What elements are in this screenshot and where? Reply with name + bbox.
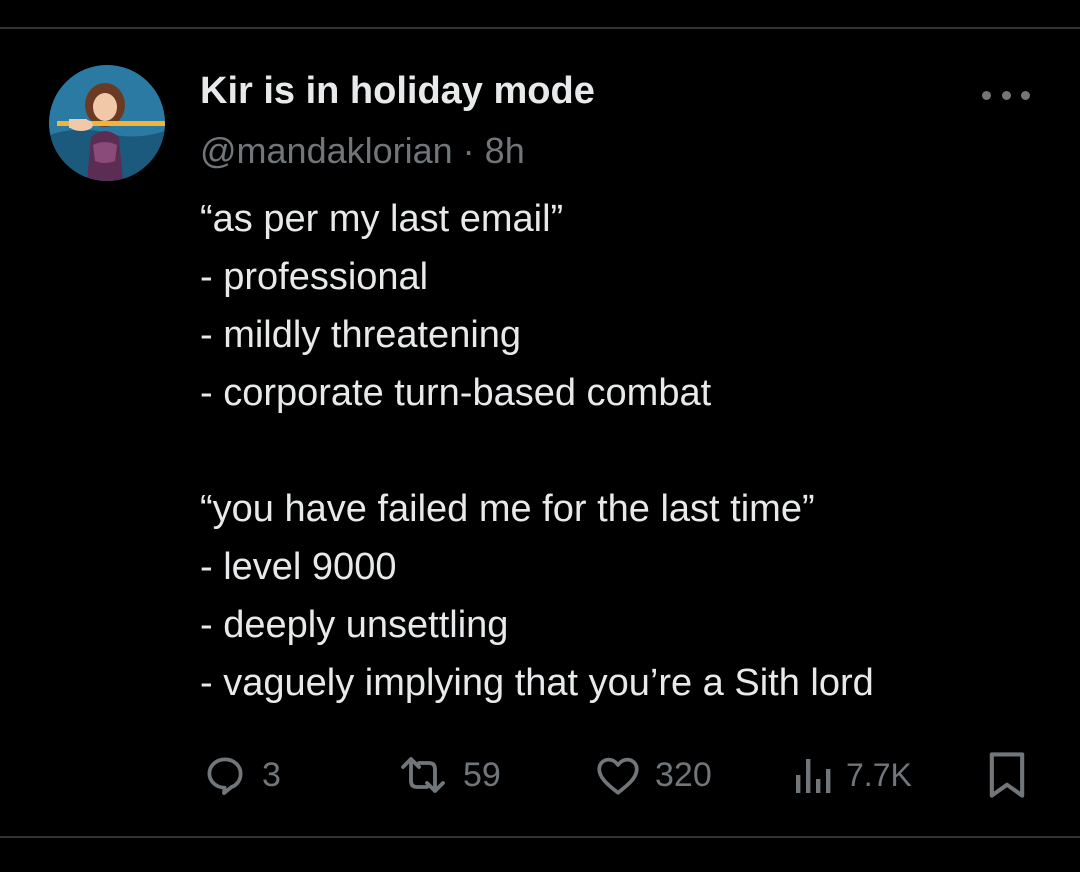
more-dot <box>1021 90 1030 100</box>
view-count: 7.7K <box>846 756 912 793</box>
post-time[interactable]: 8h <box>485 130 525 171</box>
tweet-line: - professional <box>200 256 429 298</box>
bottom-divider <box>0 836 1080 838</box>
views-button[interactable]: 7.7K <box>790 745 912 805</box>
retweet-icon <box>401 757 445 793</box>
tweet-line: “you have failed me for the last time” <box>200 488 815 530</box>
tweet-page: Kir is in holiday mode @mandaklorian · 8… <box>0 0 1080 872</box>
tweet-actions: 3 59 320 7.7K <box>200 745 1040 805</box>
reply-count: 3 <box>262 755 281 794</box>
reply-icon <box>207 757 243 795</box>
retweet-button[interactable]: 59 <box>395 745 501 805</box>
top-divider <box>0 27 1080 29</box>
views-icon <box>796 759 831 793</box>
heart-icon <box>597 757 639 795</box>
like-button[interactable]: 320 <box>593 745 712 805</box>
tweet-line: - deeply unsettling <box>200 604 509 646</box>
bookmark-icon <box>989 752 1025 798</box>
more-dot <box>982 90 991 100</box>
author-name[interactable]: Kir is in holiday mode <box>200 70 595 113</box>
more-icon[interactable] <box>982 80 1030 110</box>
tweet-line: “as per my last email” <box>200 198 564 240</box>
tweet-line: - corporate turn-based combat <box>200 372 712 414</box>
avatar-illustration <box>49 65 165 181</box>
tweet-line: - vaguely implying that you’re a Sith lo… <box>200 662 874 704</box>
avatar[interactable] <box>49 65 165 181</box>
tweet-line: - mildly threatening <box>200 314 522 356</box>
retweet-count: 59 <box>463 755 501 794</box>
bookmark-button[interactable] <box>985 745 1029 805</box>
meta-separator: · <box>452 130 485 171</box>
tweet-body: “as per my last email” - professional - … <box>200 190 1040 712</box>
reply-button[interactable]: 3 <box>200 745 281 805</box>
more-dot <box>1001 90 1011 100</box>
author-handle[interactable]: @mandaklorian <box>200 130 453 171</box>
tweet-line: - level 9000 <box>200 546 397 588</box>
author-meta: @mandaklorian · 8h <box>200 130 525 172</box>
like-count: 320 <box>655 755 712 794</box>
